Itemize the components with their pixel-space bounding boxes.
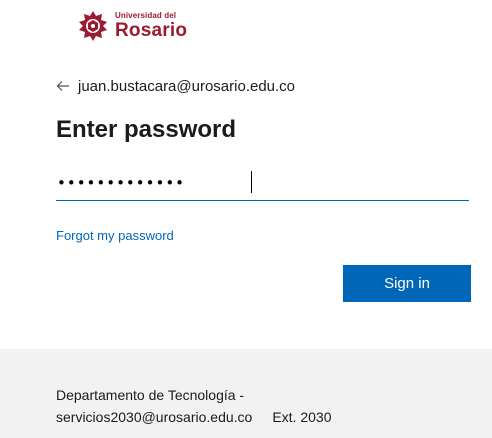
sign-in-button[interactable]: Sign in <box>343 265 471 302</box>
footer-department: Departamento de Tecnología - <box>56 387 245 403</box>
password-field-container <box>56 165 469 201</box>
logo-text: Universidad del Rosario <box>115 11 188 41</box>
arrow-left-icon <box>56 81 69 91</box>
page-title: Enter password <box>56 116 237 143</box>
password-input[interactable] <box>56 165 469 200</box>
footer-extension: Ext. 2030 <box>272 409 332 425</box>
identity-back-button[interactable]: juan.bustacara@urosario.edu.co <box>56 76 295 96</box>
university-logo: Universidad del Rosario <box>76 9 187 43</box>
identity-email: juan.bustacara@urosario.edu.co <box>78 77 296 95</box>
footer-email: servicios2030@urosario.edu.co <box>56 409 253 425</box>
logo-small-text: Universidad del <box>115 11 177 20</box>
footer: Departamento de Tecnología - servicios20… <box>0 349 492 438</box>
forgot-password-link[interactable]: Forgot my password <box>56 228 174 243</box>
logo-big-text: Rosario <box>115 20 188 41</box>
crest-icon <box>79 11 107 41</box>
text-caret <box>251 171 252 193</box>
footer-contact: servicios2030@urosario.edu.co Ext. 2030 <box>56 409 331 425</box>
sign-in-page: Universidad del Rosario juan.bustacara@u… <box>0 0 492 438</box>
